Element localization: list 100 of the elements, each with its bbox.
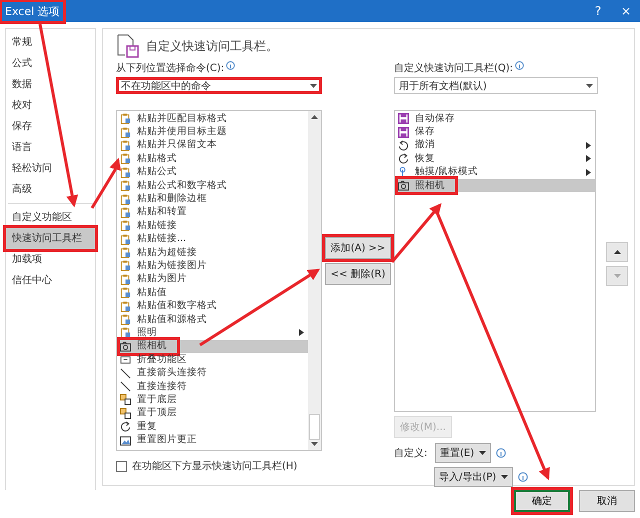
clipboard-icon [120, 206, 131, 218]
scroll-up-icon[interactable] [311, 115, 318, 119]
clipboard-icon [120, 166, 131, 178]
field-label: 自定义: [394, 446, 428, 460]
source-dropdown[interactable]: 不在功能区中的命令 [116, 77, 322, 94]
close-button[interactable]: × [612, 4, 640, 18]
command-item[interactable]: 粘贴和转置 [117, 206, 308, 220]
command-item[interactable]: 粘贴格式 [117, 152, 308, 166]
clipboard-icon [120, 180, 131, 192]
sidebar-item[interactable]: 语言 [6, 137, 95, 158]
clipboard-icon [120, 300, 131, 312]
line-icon [120, 368, 131, 379]
checkbox-label: 在功能区下方显示快速访问工具栏(H) [132, 460, 298, 473]
cancel-button[interactable]: 取消 [579, 490, 635, 512]
command-item[interactable]: 直接箭头连接符 [117, 366, 308, 380]
collapse-icon [120, 354, 131, 366]
camera-icon [398, 180, 409, 192]
ok-button[interactable]: 确定 [514, 490, 570, 512]
caret-icon [501, 475, 508, 479]
command-item[interactable]: 重置图片更正 [117, 433, 308, 447]
command-item[interactable]: 照相机 [117, 340, 308, 354]
clipboard-icon [120, 327, 131, 338]
command-item[interactable]: 粘贴为链接图片 [117, 259, 308, 273]
clipboard-icon [120, 194, 131, 205]
sidebar-item[interactable]: 快速访问工具栏 [6, 228, 95, 249]
sidebar-item[interactable]: 加载项 [6, 249, 95, 270]
command-item[interactable]: 粘贴值和数字格式 [117, 299, 308, 313]
save-icon [398, 113, 409, 124]
layers-icon [120, 408, 131, 419]
command-item[interactable]: 粘贴和删除边框 [117, 192, 308, 206]
remove-button[interactable]: << 删除(R) [324, 263, 392, 285]
clipboard-icon [120, 314, 131, 326]
checkbox[interactable] [116, 460, 127, 472]
command-item[interactable]: 粘贴公式 [117, 166, 308, 179]
command-item[interactable]: 粘贴为超链接 [117, 246, 308, 260]
command-item[interactable]: 粘贴链接... [117, 232, 308, 246]
command-item[interactable]: 置于底层 [117, 393, 308, 407]
sidebar-item[interactable]: 高级 [6, 179, 95, 200]
toolbar-item[interactable]: 照相机 [395, 178, 595, 192]
command-item[interactable]: 粘贴公式和数字格式 [117, 178, 308, 192]
command-item[interactable]: 粘贴并使用目标主题 [117, 125, 308, 139]
clipboard-icon [120, 247, 131, 258]
sidebar-item[interactable]: 常规 [6, 32, 95, 53]
toolbar-item[interactable]: 保存 [395, 125, 595, 139]
section-heading: 自定义快速访问工具栏。 [146, 38, 278, 54]
sidebar-item[interactable]: 公式 [6, 53, 95, 74]
toolbar-item[interactable]: 自动保存 [395, 112, 595, 126]
command-item[interactable]: 粘贴并匹配目标格式 [117, 112, 308, 126]
field-label: 自定义快速访问工具栏(Q): [394, 62, 514, 75]
command-item[interactable]: 折叠功能区 [117, 353, 308, 366]
window-title: Excel 选项 [2, 2, 63, 20]
sidebar-item[interactable]: 保存 [6, 116, 95, 137]
command-item[interactable]: 粘贴值和源格式 [117, 312, 308, 326]
camera-icon [120, 340, 131, 352]
scroll-thumb[interactable] [309, 414, 320, 440]
annotation-arrow [90, 158, 121, 209]
command-item[interactable]: 照明 [117, 326, 308, 340]
sidebar-item[interactable]: 数据 [6, 74, 95, 95]
redo-icon [120, 421, 131, 432]
up-arrow-icon [614, 250, 620, 254]
command-item[interactable]: 直接连接符 [117, 380, 308, 394]
scrollbar[interactable] [308, 111, 321, 450]
command-item[interactable]: 粘贴值 [117, 286, 308, 300]
caret-icon [479, 451, 486, 455]
help-button[interactable]: ? [584, 4, 612, 18]
command-item[interactable]: 粘贴并只保留文本 [117, 138, 308, 152]
toolbar-item[interactable]: 撤消 [395, 138, 595, 152]
sidebar-item[interactable]: 轻松访问 [6, 158, 95, 179]
move-up-button[interactable] [606, 242, 628, 262]
command-item[interactable]: 粘贴链接 [117, 219, 308, 233]
dropdown-arrow-icon [310, 84, 317, 88]
toolbar-item[interactable]: 触摸/鼠标模式 [395, 166, 595, 179]
clipboard-icon [120, 287, 131, 298]
sidebar-item[interactable]: 校对 [6, 95, 95, 116]
picture-icon [120, 434, 131, 446]
info-icon [518, 472, 528, 482]
command-item[interactable]: 置于顶层 [117, 406, 308, 420]
info-icon [515, 61, 524, 70]
redo-icon [398, 153, 409, 164]
clipboard-icon [120, 140, 131, 151]
add-button[interactable]: 添加(A) >> [324, 237, 392, 259]
command-item[interactable]: 粘贴为图片 [117, 272, 308, 286]
undo-icon [398, 140, 409, 151]
clipboard-icon [120, 234, 131, 245]
import-export-button[interactable]: 导入/导出(P) [434, 467, 514, 487]
toolbar-icon [116, 33, 140, 59]
clipboard-icon [120, 153, 131, 164]
clipboard-icon [120, 126, 131, 138]
save-icon [398, 126, 409, 138]
info-icon [496, 448, 506, 458]
clipboard-icon [120, 220, 131, 232]
line-icon [120, 381, 131, 392]
sidebar-item[interactable]: 信任中心 [6, 270, 95, 291]
sidebar-item[interactable]: 自定义功能区 [6, 207, 95, 228]
command-item[interactable]: 重复 [117, 420, 308, 434]
scope-dropdown[interactable]: 用于所有文档(默认) [394, 77, 598, 94]
reset-button[interactable]: 重置(E) [435, 443, 492, 463]
toolbar-item[interactable]: 恢复 [395, 152, 595, 166]
scroll-down-icon[interactable] [311, 442, 318, 446]
field-label: 从下列位置选择命令(C): [116, 62, 224, 75]
